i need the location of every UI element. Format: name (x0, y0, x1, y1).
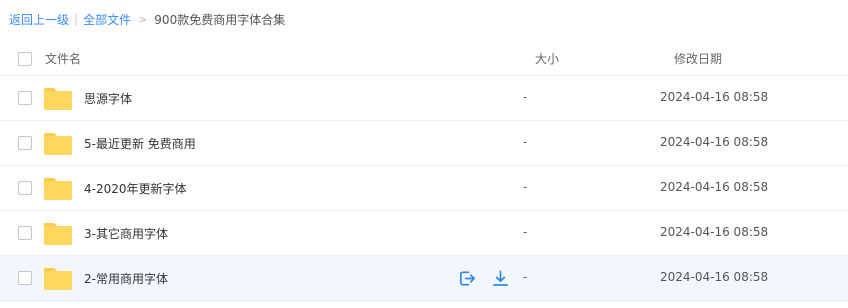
table-header: 文件名 大小 修改日期 (0, 40, 848, 76)
file-name[interactable]: 3-其它商用字体 (84, 225, 168, 242)
row-checkbox[interactable] (18, 136, 32, 150)
folder-icon (44, 268, 72, 290)
table-row[interactable]: 3-其它商用字体 - 2024-04-16 08:58 (0, 211, 848, 256)
file-name[interactable]: 2-常用商用字体 (84, 270, 168, 287)
header-size[interactable]: 大小 (535, 50, 559, 67)
download-icon[interactable] (491, 269, 510, 288)
file-size: - (523, 270, 528, 284)
file-date: 2024-04-16 08:58 (660, 180, 769, 194)
file-size: - (523, 225, 528, 239)
share-icon[interactable] (458, 269, 477, 288)
breadcrumb-separator: | (74, 12, 79, 26)
folder-icon (44, 178, 72, 200)
row-actions (458, 269, 510, 288)
file-date: 2024-04-16 08:58 (660, 90, 769, 104)
breadcrumb-current: 900款免费商用字体合集 (154, 12, 286, 27)
row-checkbox[interactable] (18, 226, 32, 240)
back-link[interactable]: 返回上一级 (9, 11, 69, 28)
file-size: - (523, 135, 528, 149)
all-files-link[interactable]: 全部文件 (83, 11, 131, 28)
file-date: 2024-04-16 08:58 (660, 270, 769, 284)
table-row[interactable]: 5-最近更新 免费商用 - 2024-04-16 08:58 (0, 121, 848, 166)
folder-icon (44, 223, 72, 245)
header-modified-date[interactable]: 修改日期 (674, 50, 722, 67)
folder-icon (44, 133, 72, 155)
file-list: 思源字体 - 2024-04-16 08:58 5-最近更新 免费商用 - 20… (0, 76, 848, 301)
row-checkbox[interactable] (18, 181, 32, 195)
file-name[interactable]: 4-2020年更新字体 (84, 180, 187, 197)
folder-icon (44, 88, 72, 110)
breadcrumb: 返回上一级 | 全部文件 > 900款免费商用字体合集 (9, 11, 285, 27)
file-date: 2024-04-16 08:58 (660, 135, 769, 149)
file-name[interactable]: 思源字体 (84, 90, 132, 107)
table-row[interactable]: 思源字体 - 2024-04-16 08:58 (0, 76, 848, 121)
table-row[interactable]: 2-常用商用字体 - 2024-04-16 08:58 (0, 256, 848, 301)
file-size: - (523, 90, 528, 104)
file-size: - (523, 180, 528, 194)
select-all-checkbox[interactable] (18, 52, 32, 66)
header-filename[interactable]: 文件名 (45, 50, 81, 67)
table-row[interactable]: 4-2020年更新字体 - 2024-04-16 08:58 (0, 166, 848, 211)
file-name[interactable]: 5-最近更新 免费商用 (84, 135, 196, 152)
breadcrumb-arrow: > (138, 12, 148, 26)
row-checkbox[interactable] (18, 91, 32, 105)
row-checkbox[interactable] (18, 271, 32, 285)
file-date: 2024-04-16 08:58 (660, 225, 769, 239)
